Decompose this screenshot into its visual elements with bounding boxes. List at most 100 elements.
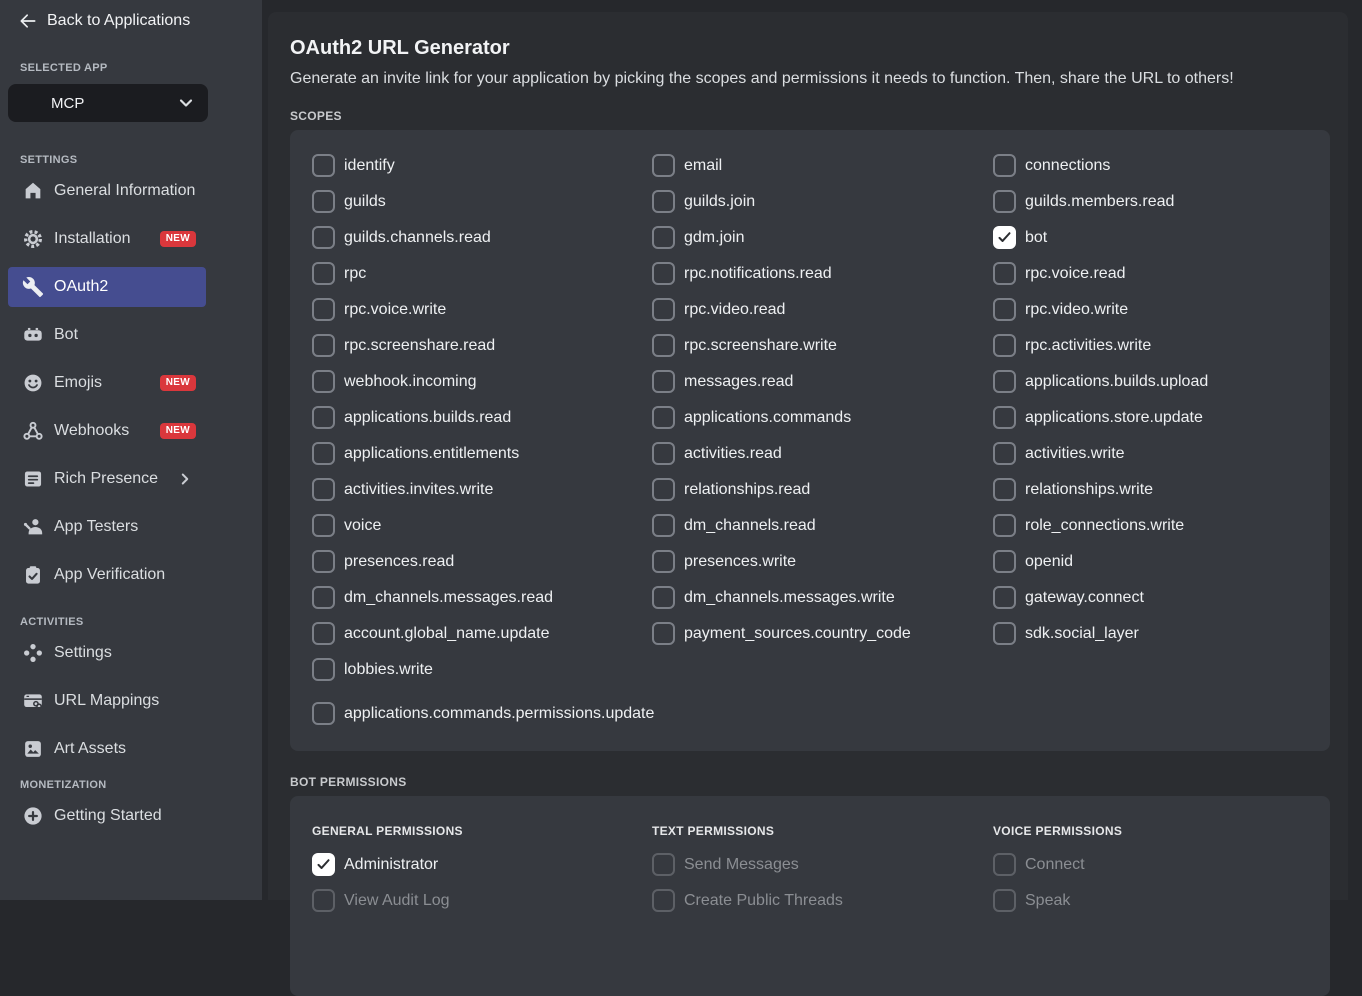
checkbox-unchecked[interactable] [312,298,335,321]
sidebar-item-bot[interactable]: Bot [8,315,206,355]
scope-item-rpc-screenshare-write[interactable]: rpc.screenshare.write [652,334,993,370]
sidebar-item-app-testers[interactable]: App Testers [8,507,206,547]
scope-item-applications-entitlements[interactable]: applications.entitlements [312,442,652,478]
permission-item-view-audit-log[interactable]: View Audit Log [312,889,652,925]
checkbox-unchecked[interactable] [652,853,675,876]
scope-item-presences-read[interactable]: presences.read [312,550,652,586]
scope-item-rpc-voice-read[interactable]: rpc.voice.read [993,262,1310,298]
checkbox-unchecked[interactable] [993,442,1016,465]
checkbox-unchecked[interactable] [312,478,335,501]
scope-item-guilds-members-read[interactable]: guilds.members.read [993,190,1310,226]
checkbox-unchecked[interactable] [652,889,675,912]
permission-item-administrator[interactable]: Administrator [312,853,652,889]
checkbox-unchecked[interactable] [993,154,1016,177]
scope-item-rpc[interactable]: rpc [312,262,652,298]
scope-item-rpc-voice-write[interactable]: rpc.voice.write [312,298,652,334]
permission-item-connect[interactable]: Connect [993,853,1310,889]
scope-item-voice[interactable]: voice [312,514,652,550]
checkbox-checked[interactable] [993,226,1016,249]
checkbox-unchecked[interactable] [993,370,1016,393]
checkbox-unchecked[interactable] [652,622,675,645]
scope-item-presences-write[interactable]: presences.write [652,550,993,586]
scope-item-activities-read[interactable]: activities.read [652,442,993,478]
checkbox-unchecked[interactable] [312,262,335,285]
checkbox-unchecked[interactable] [993,853,1016,876]
scope-item-email[interactable]: email [652,154,993,190]
checkbox-unchecked[interactable] [652,586,675,609]
scope-item-dm-channels-read[interactable]: dm_channels.read [652,514,993,550]
permission-item-send-messages[interactable]: Send Messages [652,853,993,889]
checkbox-unchecked[interactable] [993,550,1016,573]
scope-item-rpc-activities-write[interactable]: rpc.activities.write [993,334,1310,370]
checkbox-unchecked[interactable] [993,889,1016,912]
checkbox-unchecked[interactable] [312,226,335,249]
scope-item-role-connections-write[interactable]: role_connections.write [993,514,1310,550]
scope-item-connections[interactable]: connections [993,154,1310,190]
scope-item-activities-invites-write[interactable]: activities.invites.write [312,478,652,514]
scope-item-relationships-write[interactable]: relationships.write [993,478,1310,514]
checkbox-unchecked[interactable] [993,406,1016,429]
scope-item-sdk-social-layer[interactable]: sdk.social_layer [993,622,1310,658]
checkbox-unchecked[interactable] [993,298,1016,321]
sidebar-item-installation[interactable]: InstallationNEW [8,219,206,259]
scope-item-applications-commands[interactable]: applications.commands [652,406,993,442]
scope-item-rpc-screenshare-read[interactable]: rpc.screenshare.read [312,334,652,370]
sidebar-item-general-information[interactable]: General Information [8,171,206,211]
checkbox-unchecked[interactable] [312,658,335,681]
checkbox-unchecked[interactable] [993,622,1016,645]
scope-item-dm-channels-messages-write[interactable]: dm_channels.messages.write [652,586,993,622]
scope-item-payment-sources-country-code[interactable]: payment_sources.country_code [652,622,993,658]
checkbox-unchecked[interactable] [312,334,335,357]
scope-item-lobbies-write[interactable]: lobbies.write [312,658,652,694]
checkbox-unchecked[interactable] [312,586,335,609]
scope-item-applications-builds-read[interactable]: applications.builds.read [312,406,652,442]
scope-item-messages-read[interactable]: messages.read [652,370,993,406]
sidebar-item-webhooks[interactable]: WebhooksNEW [8,411,206,451]
checkbox-unchecked[interactable] [993,334,1016,357]
sidebar-item-url-mappings[interactable]: URL Mappings [8,681,206,721]
sidebar-item-settings[interactable]: Settings [8,633,206,673]
scope-item-rpc-video-read[interactable]: rpc.video.read [652,298,993,334]
scope-item-applications-builds-upload[interactable]: applications.builds.upload [993,370,1310,406]
scope-item-rpc-notifications-read[interactable]: rpc.notifications.read [652,262,993,298]
checkbox-unchecked[interactable] [312,550,335,573]
sidebar-item-oauth2[interactable]: OAuth2 [8,267,206,307]
checkbox-checked[interactable] [312,853,335,876]
scope-item-account-global-name-update[interactable]: account.global_name.update [312,622,652,658]
checkbox-unchecked[interactable] [652,154,675,177]
sidebar-item-emojis[interactable]: EmojisNEW [8,363,206,403]
scope-item-guilds-join[interactable]: guilds.join [652,190,993,226]
checkbox-unchecked[interactable] [993,586,1016,609]
scope-item-applications-commands-permissions-update[interactable]: applications.commands.permissions.update [312,702,1310,738]
checkbox-unchecked[interactable] [652,262,675,285]
sidebar-item-art-assets[interactable]: Art Assets [8,729,206,769]
checkbox-unchecked[interactable] [312,622,335,645]
scope-item-guilds-channels-read[interactable]: guilds.channels.read [312,226,652,262]
checkbox-unchecked[interactable] [652,550,675,573]
checkbox-unchecked[interactable] [652,514,675,537]
sidebar-item-rich-presence[interactable]: Rich Presence [8,459,206,499]
scope-item-openid[interactable]: openid [993,550,1310,586]
checkbox-unchecked[interactable] [312,514,335,537]
scope-item-guilds[interactable]: guilds [312,190,652,226]
checkbox-unchecked[interactable] [652,370,675,393]
checkbox-unchecked[interactable] [312,406,335,429]
scope-item-gdm-join[interactable]: gdm.join [652,226,993,262]
checkbox-unchecked[interactable] [993,190,1016,213]
scope-item-activities-write[interactable]: activities.write [993,442,1310,478]
checkbox-unchecked[interactable] [652,298,675,321]
checkbox-unchecked[interactable] [652,190,675,213]
checkbox-unchecked[interactable] [312,702,335,725]
checkbox-unchecked[interactable] [312,190,335,213]
checkbox-unchecked[interactable] [652,478,675,501]
scope-item-dm-channels-messages-read[interactable]: dm_channels.messages.read [312,586,652,622]
scope-item-gateway-connect[interactable]: gateway.connect [993,586,1310,622]
checkbox-unchecked[interactable] [993,478,1016,501]
scope-item-rpc-video-write[interactable]: rpc.video.write [993,298,1310,334]
checkbox-unchecked[interactable] [652,406,675,429]
checkbox-unchecked[interactable] [993,262,1016,285]
scope-item-identify[interactable]: identify [312,154,652,190]
back-to-applications-link[interactable]: Back to Applications [18,11,262,31]
checkbox-unchecked[interactable] [652,442,675,465]
checkbox-unchecked[interactable] [312,889,335,912]
